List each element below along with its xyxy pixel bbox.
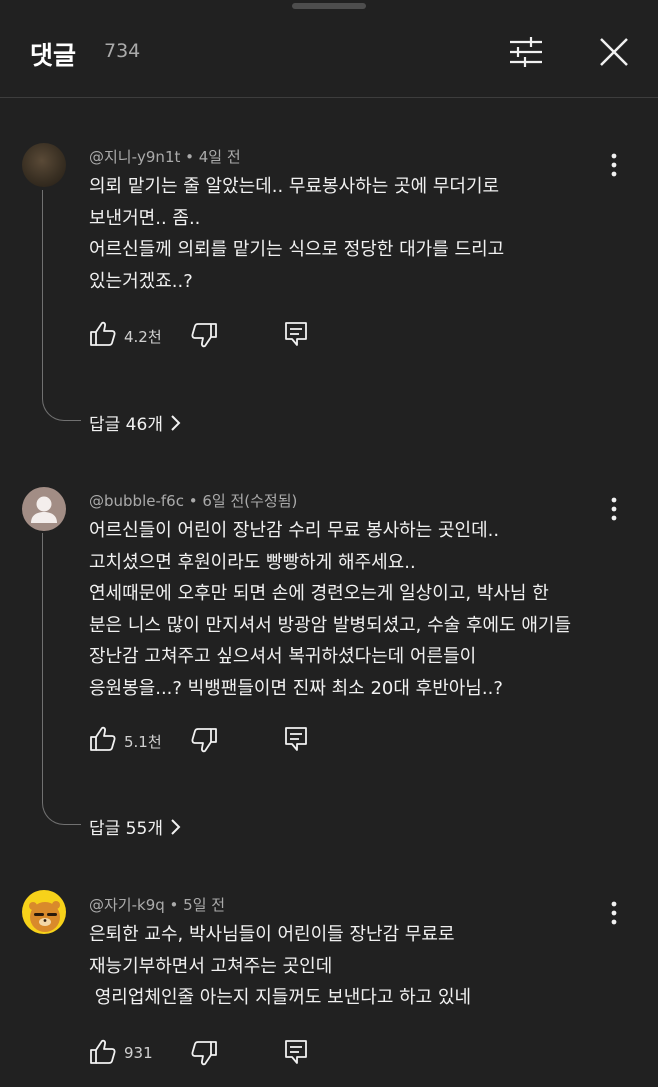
comment-line: 있는거겠죠..? [89, 270, 193, 292]
comment-line: 응원봉을...? 빅뱅팬들이면 진짜 최소 20대 후반아님..? [89, 677, 503, 699]
more-vert-icon [611, 497, 617, 521]
comment-time: 6일 전(수정됨) [202, 492, 298, 510]
like-count: 931 [124, 1044, 153, 1062]
comment-author[interactable]: @자기-k9q [89, 896, 165, 914]
avatar[interactable] [22, 143, 66, 187]
replies-label: 답글 46개 [89, 415, 163, 435]
comment-line: 어르신들이 어린이 장난감 수리 무료 봉사하는 곳인데.. [89, 520, 500, 541]
comment-line: 고치셨으면 후원이라도 빵빵하게 해주세요.. [89, 551, 416, 573]
comment-line: 은퇴한 교수, 박사님들이 어린이들 장난감 무료로 [89, 924, 455, 945]
thread-line [42, 190, 81, 421]
thumbs-up-icon [90, 321, 116, 346]
thumbs-up-icon [90, 1039, 116, 1064]
comment-text: 의뢰 맡기는 줄 알았는데.. 무료봉사하는 곳에 무더기로 보낸거면.. 좀.… [89, 171, 629, 297]
comment-line: 연세때문에 오후만 되면 손에 경련오는게 일상이고, 박사님 한 [89, 583, 549, 604]
reply-comment-icon [285, 1040, 307, 1064]
comment-line: 보낸거면.. 좀.. [89, 207, 201, 229]
more-vert-icon [611, 153, 617, 177]
dislike-button[interactable] [190, 1039, 218, 1067]
comment-line: 장난감 고쳐주고 싶으셔서 복귀하셨다는데 어른들이 [89, 646, 477, 667]
like-count: 5.1천 [124, 733, 162, 751]
sliders-icon [510, 37, 542, 67]
reply-comment-icon [285, 322, 307, 346]
reply-button[interactable] [283, 320, 309, 348]
comment-meta: @bubble-f6c • 6일 전(수정됨) [89, 492, 298, 510]
reply-button[interactable] [283, 725, 309, 753]
comment-line: 분은 니스 많이 만지셔서 방광암 발병되셨고, 수술 후에도 애기들 [89, 614, 572, 636]
chevron-right-icon [171, 415, 181, 431]
view-replies-button[interactable]: 답글 55개 [89, 814, 181, 839]
thumbs-down-icon [191, 728, 217, 753]
comment-line: 영리업체인줄 아는지 지들꺼도 보낸다고 하고 있네 [89, 987, 472, 1008]
comment-line: 의뢰 맡기는 줄 알았는데.. 무료봉사하는 곳에 무더기로 [89, 176, 500, 197]
thumbs-down-icon [191, 1041, 217, 1066]
default-user-icon [31, 496, 57, 523]
reply-comment-icon [285, 727, 307, 751]
avatar[interactable] [22, 890, 66, 934]
comment-text: 은퇴한 교수, 박사님들이 어린이들 장난감 무료로 재능기부하면서 고쳐주는 … [89, 919, 629, 1014]
comment-author[interactable]: @지니-y9n1t [89, 148, 180, 166]
comment-line: 어르신들께 의뢰를 맡기는 식으로 정당한 대가를 드리고 [89, 239, 505, 260]
comment-text: 어르신들이 어린이 장난감 수리 무료 봉사하는 곳인데.. 고치셨으면 후원이… [89, 515, 629, 704]
reply-button[interactable] [283, 1038, 309, 1066]
view-replies-button[interactable]: 답글 46개 [89, 410, 181, 435]
comment-meta: @자기-k9q • 5일 전 [89, 896, 226, 914]
more-options-button[interactable] [604, 150, 624, 180]
dislike-button[interactable] [190, 321, 218, 349]
thumbs-down-icon [191, 323, 217, 348]
more-options-button[interactable] [604, 494, 624, 524]
close-button[interactable] [594, 32, 634, 72]
comment-meta: @지니-y9n1t • 4일 전 [89, 148, 241, 166]
thumbs-up-icon [90, 726, 116, 751]
comments-header: 댓글 734 [0, 0, 658, 98]
comment-time: 5일 전 [183, 896, 226, 914]
like-button[interactable] [89, 725, 117, 753]
thread-line [42, 533, 81, 825]
chevron-right-icon [171, 819, 181, 835]
more-options-button[interactable] [604, 898, 624, 928]
page-title: 댓글 [30, 41, 77, 70]
dislike-button[interactable] [190, 726, 218, 754]
like-count: 4.2천 [124, 328, 162, 346]
close-icon [600, 38, 628, 66]
comment-time: 4일 전 [198, 148, 241, 166]
more-vert-icon [611, 901, 617, 925]
comment-count: 734 [104, 40, 141, 62]
comment-author[interactable]: @bubble-f6c [89, 492, 184, 510]
like-button[interactable] [89, 320, 117, 348]
bear-character-icon [29, 901, 60, 932]
avatar[interactable] [22, 487, 66, 531]
sort-filter-button[interactable] [504, 32, 548, 72]
comment-line: 재능기부하면서 고쳐주는 곳인데 [89, 955, 333, 977]
like-button[interactable] [89, 1038, 117, 1066]
replies-label: 답글 55개 [89, 819, 163, 839]
